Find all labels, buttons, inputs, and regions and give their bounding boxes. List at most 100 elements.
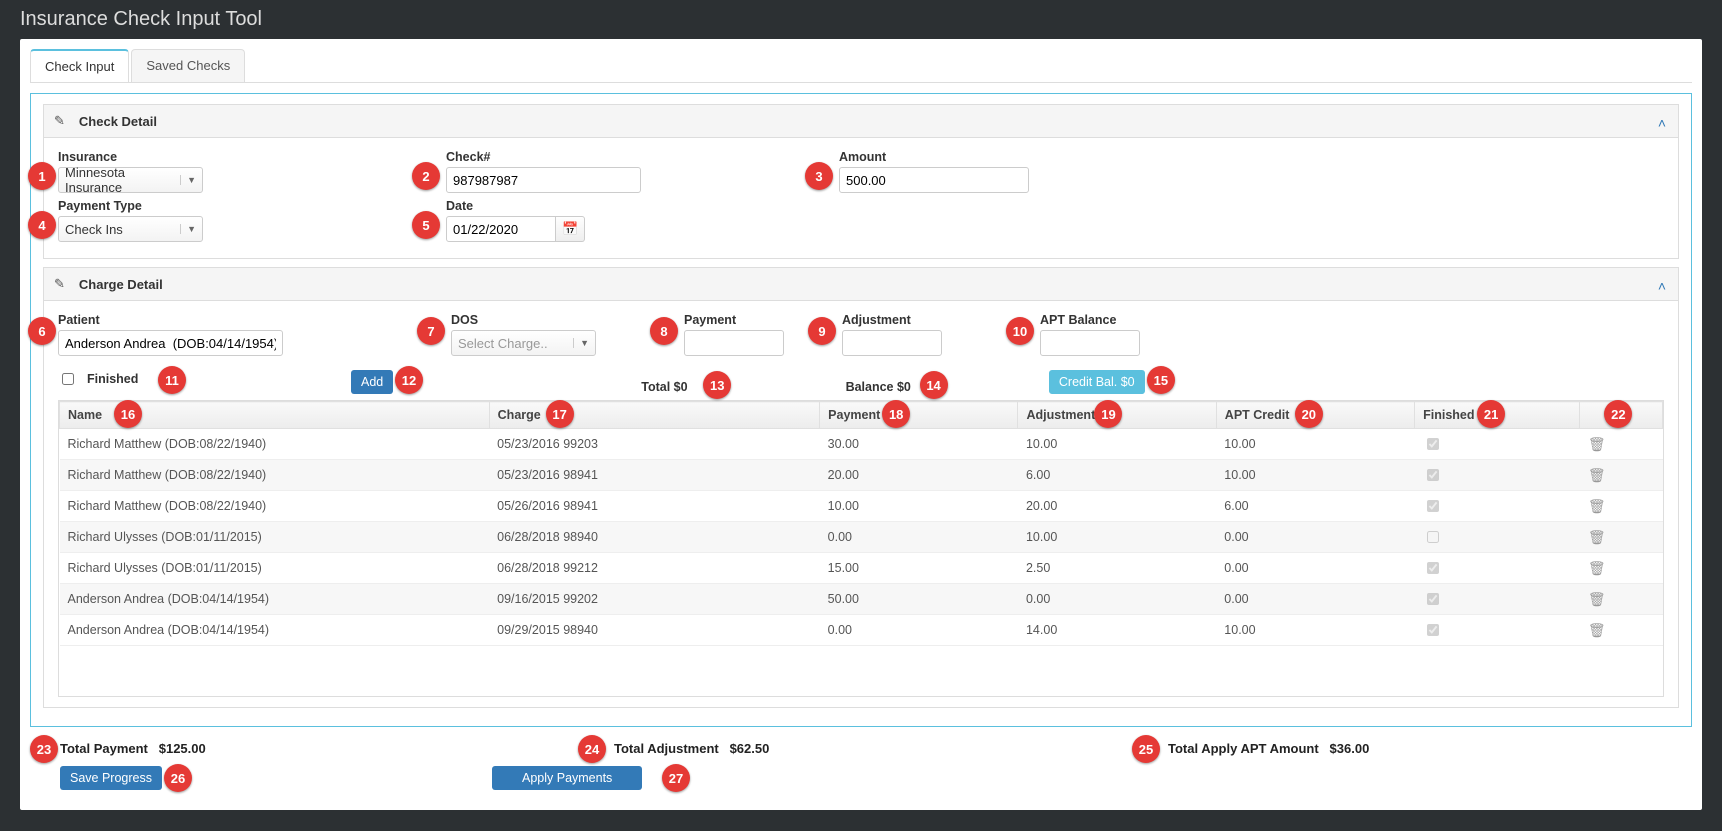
- col-finished[interactable]: Finished 21: [1415, 402, 1580, 429]
- caret-down-icon: ▼: [573, 338, 589, 348]
- cell-charge: 05/23/2016 98941: [489, 460, 820, 491]
- total-payment: 23 Total Payment $125.00: [60, 741, 564, 756]
- col-adjustment[interactable]: Adjustment 19: [1018, 402, 1216, 429]
- cell-name: Anderson Andrea (DOB:04/14/1954): [60, 615, 490, 646]
- marker-2: 2: [412, 162, 440, 190]
- panel-heading-charge-detail[interactable]: ✎ Charge Detail ˄: [43, 267, 1679, 300]
- cell-finished: [1415, 615, 1580, 646]
- insurance-select[interactable]: Minnesota Insurance ▼: [58, 167, 203, 193]
- cell-finished: [1415, 522, 1580, 553]
- patient-input[interactable]: [58, 330, 283, 356]
- patient-label: Patient: [58, 313, 283, 327]
- tab-check-input[interactable]: Check Input: [30, 49, 129, 82]
- cell-charge: 09/16/2015 99202: [489, 584, 820, 615]
- cell-charge: 06/28/2018 98940: [489, 522, 820, 553]
- date-input[interactable]: [446, 216, 556, 242]
- total-payment-value: $125.00: [159, 741, 206, 756]
- marker-4: 4: [28, 211, 56, 239]
- trash-icon[interactable]: 🗑: [1588, 436, 1606, 452]
- dos-placeholder: Select Charge..: [458, 336, 548, 351]
- cell-finished: [1415, 491, 1580, 522]
- edit-icon[interactable]: ✎: [54, 276, 65, 292]
- cell-delete: 🗑: [1580, 584, 1663, 615]
- cell-payment: 0.00: [820, 615, 1018, 646]
- col-aptcredit[interactable]: APT Credit 20: [1216, 402, 1414, 429]
- dos-label: DOS: [451, 313, 596, 327]
- chevron-up-icon[interactable]: ˄: [1658, 278, 1666, 294]
- col-charge-label: Charge: [498, 408, 541, 422]
- trash-icon[interactable]: 🗑: [1588, 467, 1606, 483]
- table-row[interactable]: Anderson Andrea (DOB:04/14/1954)09/29/20…: [60, 615, 1663, 646]
- aptbalance-input[interactable]: [1040, 330, 1140, 356]
- row-finished-checkbox[interactable]: [1427, 562, 1439, 574]
- marker-15: 15: [1147, 366, 1175, 394]
- apply-payments-button[interactable]: Apply Payments: [492, 766, 642, 790]
- add-button[interactable]: Add: [351, 370, 393, 394]
- marker-14: 14: [920, 371, 948, 399]
- cell-payment: 30.00: [820, 429, 1018, 460]
- cell-apt: 0.00: [1216, 522, 1414, 553]
- table-row[interactable]: Richard Ulysses (DOB:01/11/2015)06/28/20…: [60, 553, 1663, 584]
- col-charge[interactable]: Charge 17: [489, 402, 820, 429]
- panel-body-check-detail: 1 Insurance Minnesota Insurance ▼ 2 Chec…: [43, 137, 1679, 259]
- paymenttype-value: Check Ins: [65, 222, 123, 237]
- table-row[interactable]: Richard Ulysses (DOB:01/11/2015)06/28/20…: [60, 522, 1663, 553]
- col-actions: 22: [1580, 402, 1663, 429]
- cell-delete: 🗑: [1580, 553, 1663, 584]
- payment-input[interactable]: [684, 330, 784, 356]
- total-adjustment-value: $62.50: [730, 741, 770, 756]
- marker-18: 18: [882, 400, 910, 428]
- finished-checkbox[interactable]: [62, 373, 74, 385]
- marker-19: 19: [1094, 400, 1122, 428]
- table-row[interactable]: Richard Matthew (DOB:08/22/1940)05/23/20…: [60, 460, 1663, 491]
- cell-adjustment: 20.00: [1018, 491, 1216, 522]
- marker-21: 21: [1477, 400, 1505, 428]
- cell-adjustment: 10.00: [1018, 429, 1216, 460]
- trash-icon[interactable]: 🗑: [1588, 529, 1606, 545]
- chevron-up-icon[interactable]: ˄: [1658, 115, 1666, 131]
- trash-icon[interactable]: 🗑: [1588, 622, 1606, 638]
- insurance-label: Insurance: [58, 150, 218, 164]
- content: ✎ Check Detail ˄ 1 Insurance Minnesota I…: [30, 93, 1692, 727]
- calendar-icon[interactable]: 📅: [556, 216, 585, 242]
- creditbal-button[interactable]: Credit Bal. $0: [1049, 370, 1145, 394]
- panel-heading-check-detail[interactable]: ✎ Check Detail ˄: [43, 104, 1679, 137]
- tab-bar: Check Input Saved Checks: [30, 49, 1692, 83]
- checknum-input[interactable]: [446, 167, 641, 193]
- edit-icon[interactable]: ✎: [54, 113, 65, 129]
- marker-7: 7: [417, 317, 445, 345]
- cell-delete: 🗑: [1580, 522, 1663, 553]
- dos-select[interactable]: Select Charge.. ▼: [451, 330, 596, 356]
- paymenttype-label: Payment Type: [58, 199, 218, 213]
- trash-icon[interactable]: 🗑: [1588, 591, 1606, 607]
- trash-icon[interactable]: 🗑: [1588, 560, 1606, 576]
- marker-20: 20: [1295, 400, 1323, 428]
- cell-name: Anderson Andrea (DOB:04/14/1954): [60, 584, 490, 615]
- row-finished-checkbox[interactable]: [1427, 500, 1439, 512]
- row-finished-checkbox[interactable]: [1427, 624, 1439, 636]
- paymenttype-select[interactable]: Check Ins ▼: [58, 216, 203, 242]
- cell-payment: 15.00: [820, 553, 1018, 584]
- amount-input[interactable]: [839, 167, 1029, 193]
- marker-3: 3: [805, 162, 833, 190]
- table-row[interactable]: Anderson Andrea (DOB:04/14/1954)09/16/20…: [60, 584, 1663, 615]
- cell-adjustment: 10.00: [1018, 522, 1216, 553]
- trash-icon[interactable]: 🗑: [1588, 498, 1606, 514]
- tab-saved-checks[interactable]: Saved Checks: [131, 49, 245, 82]
- col-payment[interactable]: Payment 18: [820, 402, 1018, 429]
- table-row[interactable]: Richard Matthew (DOB:08/22/1940)05/23/20…: [60, 429, 1663, 460]
- caret-down-icon: ▼: [180, 175, 196, 185]
- save-progress-button[interactable]: Save Progress: [60, 766, 162, 790]
- cell-charge: 05/23/2016 99203: [489, 429, 820, 460]
- row-finished-checkbox[interactable]: [1427, 438, 1439, 450]
- col-name[interactable]: Name 16: [60, 402, 490, 429]
- cell-name: Richard Ulysses (DOB:01/11/2015): [60, 553, 490, 584]
- table-row[interactable]: Richard Matthew (DOB:08/22/1940)05/26/20…: [60, 491, 1663, 522]
- row-finished-checkbox[interactable]: [1427, 469, 1439, 481]
- adjustment-input[interactable]: [842, 330, 942, 356]
- row-finished-checkbox[interactable]: [1427, 531, 1439, 543]
- payment-label: Payment: [684, 313, 784, 327]
- row-finished-checkbox[interactable]: [1427, 593, 1439, 605]
- marker-26: 26: [164, 764, 192, 792]
- total-apt-label: Total Apply APT Amount: [1168, 741, 1319, 756]
